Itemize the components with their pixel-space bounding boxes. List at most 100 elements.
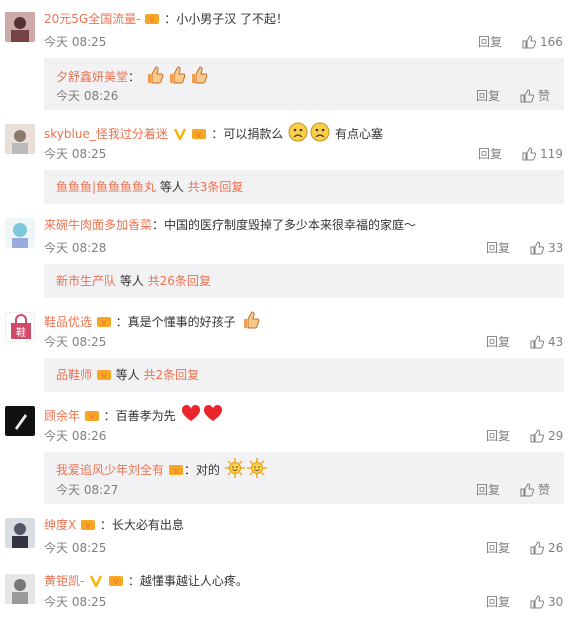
verified-v-icon [173, 128, 186, 140]
more-replies-line: 新市生产队 等人 共26条回复 [56, 272, 211, 290]
like-button[interactable]: 26 [530, 540, 563, 556]
like-count: 26 [548, 541, 564, 555]
comment-text: ：真是个懂事的好孩子 [115, 315, 236, 329]
more-replies-middle: 等人 [116, 274, 148, 288]
username-link[interactable]: 顾余年 [44, 409, 80, 423]
verified-v-icon [90, 575, 103, 587]
reply-users-link[interactable]: 品鞋师 [56, 368, 92, 382]
reply-button[interactable]: 回复 [486, 594, 510, 610]
avatar[interactable] [5, 12, 35, 42]
comment-text: ：百善孝为先 [103, 409, 176, 423]
thumbs-up-icon [520, 483, 535, 497]
vip-badge-icon: V [168, 465, 183, 475]
vip-badge-icon: V [145, 14, 160, 24]
like-button[interactable]: 赞 [520, 482, 550, 498]
avatar-image [5, 518, 35, 548]
thumbs-up-icon [530, 241, 545, 255]
more-replies-line: 品鞋师 V 等人 共2条回复 [56, 366, 199, 384]
vip-badge-icon: V [96, 370, 111, 380]
like-button[interactable]: 43 [530, 334, 563, 350]
comment-item: 鞋 鞋品优选 V ：真是个懂事的好孩子 今天 08:25 回复 43 品鞋师 V… [0, 308, 577, 394]
username-link[interactable]: 鞋品优选 [44, 315, 92, 329]
avatar-image [5, 574, 35, 604]
avatar[interactable] [5, 406, 35, 436]
reply-button[interactable]: 回复 [486, 334, 510, 350]
comment-item: 顾余年 V ：百善孝为先 今天 08:26 回复 29 我爱追风少年刘全有 V ：… [0, 402, 577, 506]
username-link[interactable]: 夕舒鑫妍美堂 [56, 70, 128, 84]
reply-box: 我爱追风少年刘全有 V ：对的 今天 08:27 回复 赞 [44, 452, 564, 504]
username-link[interactable]: 我爱追风少年刘全有 [56, 463, 164, 477]
like-count: 29 [548, 429, 564, 443]
comment-header: 20元5G全国流量- V ：小小男子汉 了不起！ [44, 10, 288, 28]
reply-button[interactable]: 回复 [476, 88, 500, 104]
avatar[interactable] [5, 218, 35, 248]
username-link[interactable]: 绅度X [44, 518, 76, 532]
comment-item: 来碗牛肉面多加香菜：中国的医疗制度毁掉了多少本来很幸福的家庭～ 今天 08:28… [0, 214, 577, 300]
sad-face-emoji-icon [310, 122, 330, 142]
avatar[interactable]: 鞋 [5, 312, 35, 342]
comment-time: 今天 08:28 [44, 241, 107, 255]
heart-emoji-icon [181, 404, 200, 421]
reply-users-link[interactable]: 新市生产队 [56, 274, 116, 288]
avatar[interactable] [5, 518, 35, 548]
more-replies-link[interactable]: 共3条回复 [188, 180, 244, 194]
comment-item: 绅度X V ：长大必有出息 今天 08:25 回复 26 [0, 514, 577, 564]
reply-button[interactable]: 回复 [486, 540, 510, 556]
avatar[interactable] [5, 124, 35, 154]
more-replies-middle: 等人 [111, 368, 144, 382]
like-button[interactable]: 30 [530, 594, 563, 610]
reply-button[interactable]: 回复 [478, 146, 502, 162]
avatar-image [5, 218, 35, 248]
thumbs-up-icon [522, 147, 537, 161]
comment-text: ：长大必有出息 [99, 518, 184, 532]
reply-header: 我爱追风少年刘全有 V ：对的 [56, 458, 268, 479]
comment-time: 今天 08:25 [44, 541, 107, 555]
avatar-image [5, 406, 35, 436]
svg-text:V: V [101, 319, 106, 327]
more-replies-middle: 等人 [156, 180, 188, 194]
comment-text: ：可以捐款么 [211, 127, 284, 141]
reply-box: 夕舒鑫妍美堂： 今天 08:26 回复 赞 [44, 58, 564, 110]
comment-header: skyblue_怪我过分着迷 V ：可以捐款么 有点心塞 [44, 122, 383, 143]
thumbs-up-emoji-icon [191, 66, 208, 84]
like-button[interactable]: 166 [522, 34, 563, 50]
comment-text-tail: 有点心塞 [334, 127, 383, 141]
more-replies-link[interactable]: 共2条回复 [143, 368, 199, 382]
username-link[interactable]: 黄钜凯- [44, 574, 84, 588]
avatar[interactable] [5, 574, 35, 604]
more-replies-link[interactable]: 共26条回复 [148, 274, 211, 288]
more-replies-box[interactable]: 新市生产队 等人 共26条回复 [44, 264, 564, 298]
reply-button[interactable]: 回复 [486, 240, 510, 256]
reply-time: 今天 08:26 [56, 89, 119, 103]
comment-time: 今天 08:25 [44, 595, 107, 609]
comment-time: 今天 08:25 [44, 35, 107, 49]
reply-text: ：对的 [183, 463, 220, 477]
username-link[interactable]: skyblue_怪我过分着迷 [44, 127, 168, 141]
vip-badge-icon: V [192, 129, 207, 139]
more-replies-box[interactable]: 鱼鱼鱼|鱼鱼鱼鱼丸 等人 共3条回复 [44, 170, 564, 204]
reply-users-link[interactable]: 鱼鱼鱼|鱼鱼鱼鱼丸 [56, 180, 156, 194]
comment-text: ：越懂事越让人心疼。 [127, 574, 248, 588]
svg-text:V: V [150, 16, 155, 24]
reply-time: 今天 08:27 [56, 483, 119, 497]
reply-button[interactable]: 回复 [486, 428, 510, 444]
sun-emoji-icon [224, 458, 245, 478]
comment-header: 鞋品优选 V ：真是个懂事的好孩子 [44, 310, 262, 331]
reply-button[interactable]: 回复 [478, 34, 502, 50]
like-button[interactable]: 33 [530, 240, 563, 256]
comment-time: 今天 08:25 [44, 147, 107, 161]
avatar-image [5, 124, 35, 154]
reply-button[interactable]: 回复 [476, 482, 500, 498]
username-link[interactable]: 来碗牛肉面多加香菜 [44, 218, 152, 232]
more-replies-line: 鱼鱼鱼|鱼鱼鱼鱼丸 等人 共3条回复 [56, 178, 243, 196]
like-count: 119 [540, 147, 563, 161]
thumbs-up-emoji-icon [243, 311, 259, 329]
like-button[interactable]: 赞 [520, 88, 550, 104]
thumbs-up-emoji-icon [169, 66, 186, 84]
like-button[interactable]: 119 [522, 146, 563, 162]
comment-time: 今天 08:26 [44, 429, 107, 443]
username-link[interactable]: 20元5G全国流量- [44, 12, 141, 26]
comment-text: ：中国的医疗制度毁掉了多少本来很幸福的家庭～ [152, 218, 417, 232]
more-replies-box[interactable]: 品鞋师 V 等人 共2条回复 [44, 358, 564, 392]
like-button[interactable]: 29 [530, 428, 563, 444]
